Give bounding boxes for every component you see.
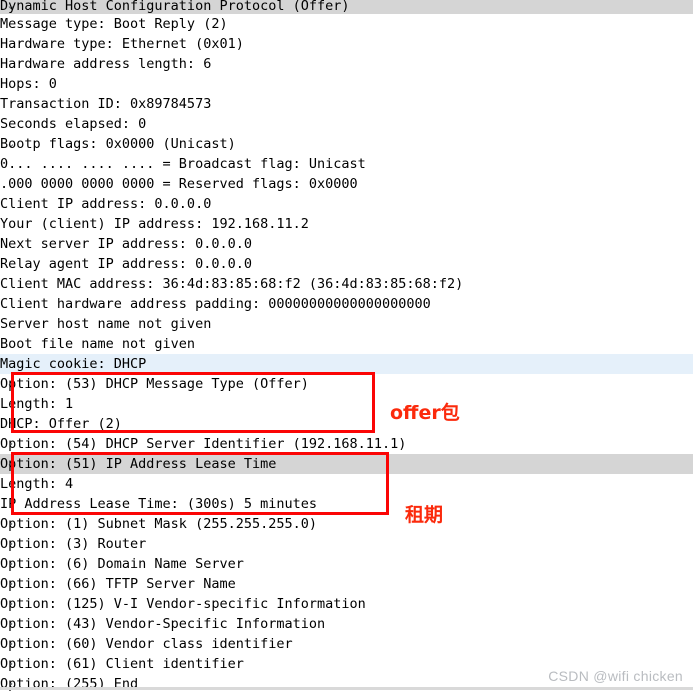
tree-row[interactable]: Boot file name not given — [0, 334, 693, 354]
tree-row-label: Your (client) IP address: 192.168.11.2 — [0, 216, 309, 232]
tree-row-label: 0... .... .... .... = Broadcast flag: Un… — [0, 156, 366, 172]
tree-row-label: Option: (125) V-I Vendor-specific Inform… — [0, 596, 366, 612]
packet-detail-pane: ⌄ Dynamic Host Configuration Protocol (Of… — [0, 0, 693, 692]
tree-row[interactable]: Next server IP address: 0.0.0.0 — [0, 234, 693, 254]
tree-row-label: Length: 4 — [0, 476, 74, 492]
csdn-watermark: CSDN @wifi chicken — [548, 668, 683, 684]
tree-row[interactable]: › Option: (66) TFTP Server Name — [0, 574, 693, 594]
tree-row[interactable]: Length: 1 — [0, 394, 693, 414]
tree-row-label: Transaction ID: 0x89784573 — [0, 96, 212, 112]
tree-row[interactable]: IP Address Lease Time: (300s) 5 minutes — [0, 494, 693, 514]
tree-row-label: Client hardware address padding: 0000000… — [0, 296, 431, 312]
tree-row[interactable]: › Option: (43) Vendor-Specific Informatio… — [0, 614, 693, 634]
tree-row[interactable]: Server host name not given — [0, 314, 693, 334]
tree-row-label: Client MAC address: 36:4d:83:85:68:f2 (3… — [0, 276, 464, 292]
tree-row-label: Option: (60) Vendor class identifier — [0, 636, 293, 652]
tree-row-label: Option: (54) DHCP Server Identifier (192… — [0, 436, 407, 452]
tree-row-label: Seconds elapsed: 0 — [0, 116, 147, 132]
tree-row[interactable]: Message type: Boot Reply (2) — [0, 14, 693, 34]
tree-row-label: Dynamic Host Configuration Protocol (Off… — [0, 0, 350, 14]
tree-row-label: IP Address Lease Time: (300s) 5 minutes — [0, 496, 317, 512]
tree-row[interactable]: 0... .... .... .... = Broadcast flag: Un… — [0, 154, 693, 174]
tree-row-label: Length: 1 — [0, 396, 74, 412]
tree-row[interactable]: › Option: (125) V-I Vendor-specific Infor… — [0, 594, 693, 614]
tree-row[interactable]: Hops: 0 — [0, 74, 693, 94]
tree-row-label: Hardware address length: 6 — [0, 56, 212, 72]
tree-row[interactable]: .000 0000 0000 0000 = Reserved flags: 0x… — [0, 174, 693, 194]
tree-row[interactable]: Magic cookie: DHCP — [0, 354, 693, 374]
tree-row-label: Message type: Boot Reply (2) — [0, 16, 228, 32]
tree-row[interactable]: Hardware type: Ethernet (0x01) — [0, 34, 693, 54]
tree-row[interactable]: Length: 4 — [0, 474, 693, 494]
tree-row[interactable]: ⌄ Option: (53) DHCP Message Type (Offer) — [0, 374, 693, 394]
tree-row[interactable]: › Option: (6) Domain Name Server — [0, 554, 693, 574]
tree-row-label: Relay agent IP address: 0.0.0.0 — [0, 256, 252, 272]
tree-row-label: Server host name not given — [0, 316, 212, 332]
tree-row-label: Client IP address: 0.0.0.0 — [0, 196, 212, 212]
tree-row-label: Option: (255) End — [0, 676, 139, 692]
tree-row[interactable]: › Option: (60) Vendor class identifier — [0, 634, 693, 654]
tree-row[interactable]: ⌄ Bootp flags: 0x0000 (Unicast) — [0, 134, 693, 154]
tree-row[interactable]: Hardware address length: 6 — [0, 54, 693, 74]
tree-row[interactable]: › Option: (3) Router — [0, 534, 693, 554]
tree-row[interactable]: Client IP address: 0.0.0.0 — [0, 194, 693, 214]
tree-row-label: Option: (1) Subnet Mask (255.255.255.0) — [0, 516, 317, 532]
tree-row-label: Option: (51) IP Address Lease Time — [0, 456, 277, 472]
annotation-offer-packet: offer包 — [390, 402, 460, 424]
tree-row[interactable]: › Option: (54) DHCP Server Identifier (19… — [0, 434, 693, 454]
tree-row-label: Next server IP address: 0.0.0.0 — [0, 236, 252, 252]
tree-row-label: Option: (3) Router — [0, 536, 147, 552]
tree-row[interactable]: Relay agent IP address: 0.0.0.0 — [0, 254, 693, 274]
tree-row-label: DHCP: Offer (2) — [0, 416, 122, 432]
tree-row[interactable]: Client MAC address: 36:4d:83:85:68:f2 (3… — [0, 274, 693, 294]
tree-row-label: Hardware type: Ethernet (0x01) — [0, 36, 244, 52]
tree-row-label: Magic cookie: DHCP — [0, 356, 147, 372]
tree-row[interactable]: Transaction ID: 0x89784573 — [0, 94, 693, 114]
annotation-lease-time: 租期 — [405, 504, 444, 526]
tree-row-label: Option: (43) Vendor-Specific Information — [0, 616, 326, 632]
tree-row-label: Option: (53) DHCP Message Type (Offer) — [0, 376, 309, 392]
tree-row-label: Hops: 0 — [0, 76, 57, 92]
tree-row[interactable]: Seconds elapsed: 0 — [0, 114, 693, 134]
tree-row-label: Option: (6) Domain Name Server — [0, 556, 244, 572]
tree-row[interactable]: Your (client) IP address: 192.168.11.2 — [0, 214, 693, 234]
tree-row[interactable]: Client hardware address padding: 0000000… — [0, 294, 693, 314]
tree-row-label: Bootp flags: 0x0000 (Unicast) — [0, 136, 236, 152]
tree-row-label: Boot file name not given — [0, 336, 196, 352]
tree-row[interactable]: › Option: (1) Subnet Mask (255.255.255.0) — [0, 514, 693, 534]
tree-row[interactable]: ⌄ Dynamic Host Configuration Protocol (Of… — [0, 0, 693, 14]
tree-row[interactable]: DHCP: Offer (2) — [0, 414, 693, 434]
tree-row-label: Option: (66) TFTP Server Name — [0, 576, 236, 592]
tree-row-label: Option: (61) Client identifier — [0, 656, 244, 672]
tree-row[interactable]: ⌄ Option: (51) IP Address Lease Time — [0, 454, 693, 474]
tree-row-label: .000 0000 0000 0000 = Reserved flags: 0x… — [0, 176, 358, 192]
